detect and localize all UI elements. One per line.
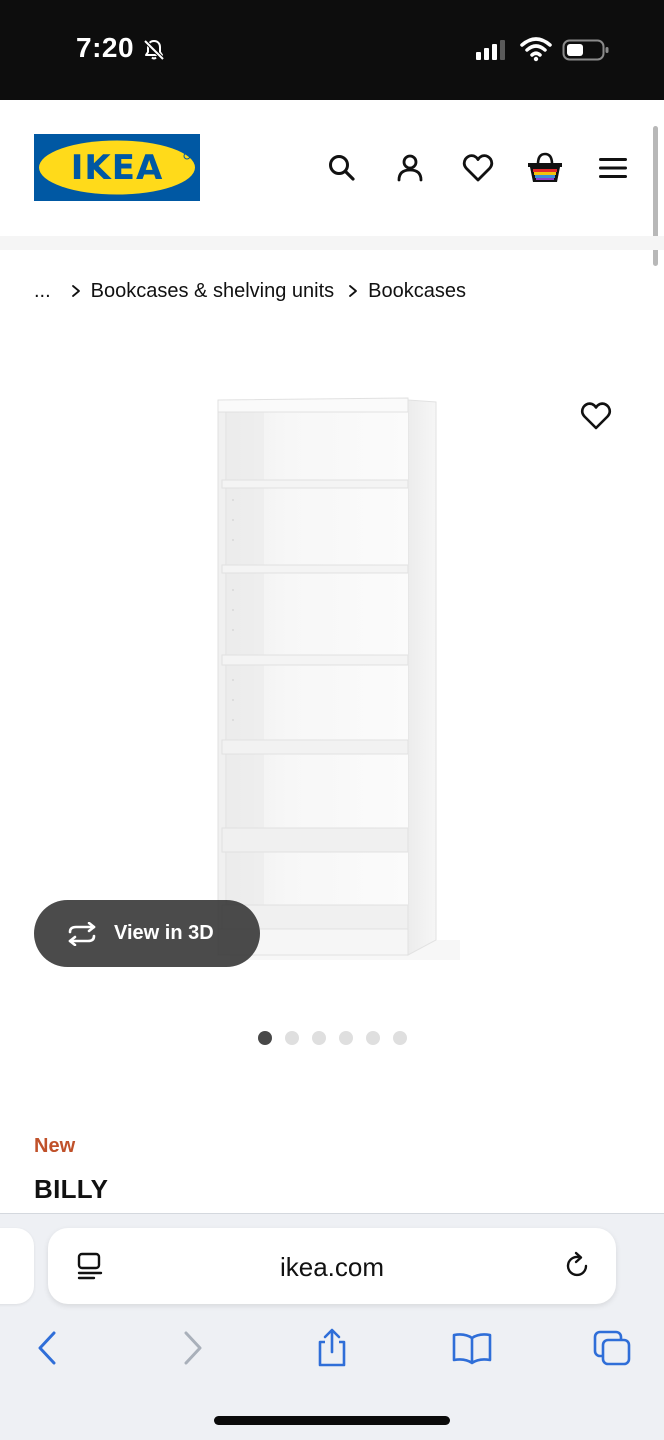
site-header: IKEA [0,100,664,236]
status-bar: 7:20 [0,0,664,100]
account-icon[interactable] [390,148,430,188]
battery-icon [562,38,610,62]
breadcrumb-bookcases[interactable]: Bookcases [368,280,466,303]
chevron-right-icon [349,285,358,297]
address-bar[interactable]: ikea.com [48,1228,616,1304]
back-icon[interactable] [26,1326,70,1370]
browser-toolbar: ikea.com [0,1213,664,1440]
status-time: 7:20 [76,32,135,63]
share-icon[interactable] [310,1326,354,1370]
breadcrumb: ... Bookcases & shelving units Bookcases [34,276,466,306]
chevron-right-icon [71,285,80,297]
view-in-3d-button[interactable]: View in 3D [34,900,260,967]
rotate-3d-icon [68,921,96,946]
view-in-3d-label: View in 3D [114,922,214,944]
signal-icon [474,38,510,62]
new-badge: New [34,1135,76,1157]
search-icon[interactable] [322,148,362,188]
add-to-wishlist-button[interactable] [572,392,620,440]
reload-icon[interactable] [562,1250,594,1282]
menu-icon[interactable] [593,148,633,188]
product-name: BILLY [34,1174,109,1204]
carousel-dot[interactable] [312,1031,326,1045]
wifi-icon [520,36,552,62]
tabs-icon[interactable] [590,1326,634,1370]
carousel-dot[interactable] [258,1031,272,1045]
product-image[interactable] [200,380,480,980]
carousel-dot[interactable] [393,1031,407,1045]
carousel-dot[interactable] [285,1031,299,1045]
image-carousel-dots [258,1031,407,1045]
previous-tab-preview[interactable] [0,1228,34,1304]
home-indicator [214,1416,450,1425]
url-text: ikea.com [279,1252,385,1282]
basket-icon[interactable] [525,148,565,188]
ikea-logo[interactable]: IKEA [34,134,200,201]
heart-icon [580,402,612,430]
bookmarks-icon[interactable] [450,1326,494,1370]
logo-text: IKEA [71,148,164,188]
breadcrumb-ellipsis[interactable]: ... [34,280,51,303]
bell-muted-icon [142,38,166,62]
page: 7:20 IKEA ... Bookcases & shelving units… [0,0,664,1440]
carousel-dot[interactable] [366,1031,380,1045]
heart-icon[interactable] [458,148,498,188]
header-divider [0,236,664,250]
breadcrumb-bookcases-shelving-units[interactable]: Bookcases & shelving units [91,280,334,303]
forward-icon[interactable] [170,1326,214,1370]
carousel-dot[interactable] [339,1031,353,1045]
